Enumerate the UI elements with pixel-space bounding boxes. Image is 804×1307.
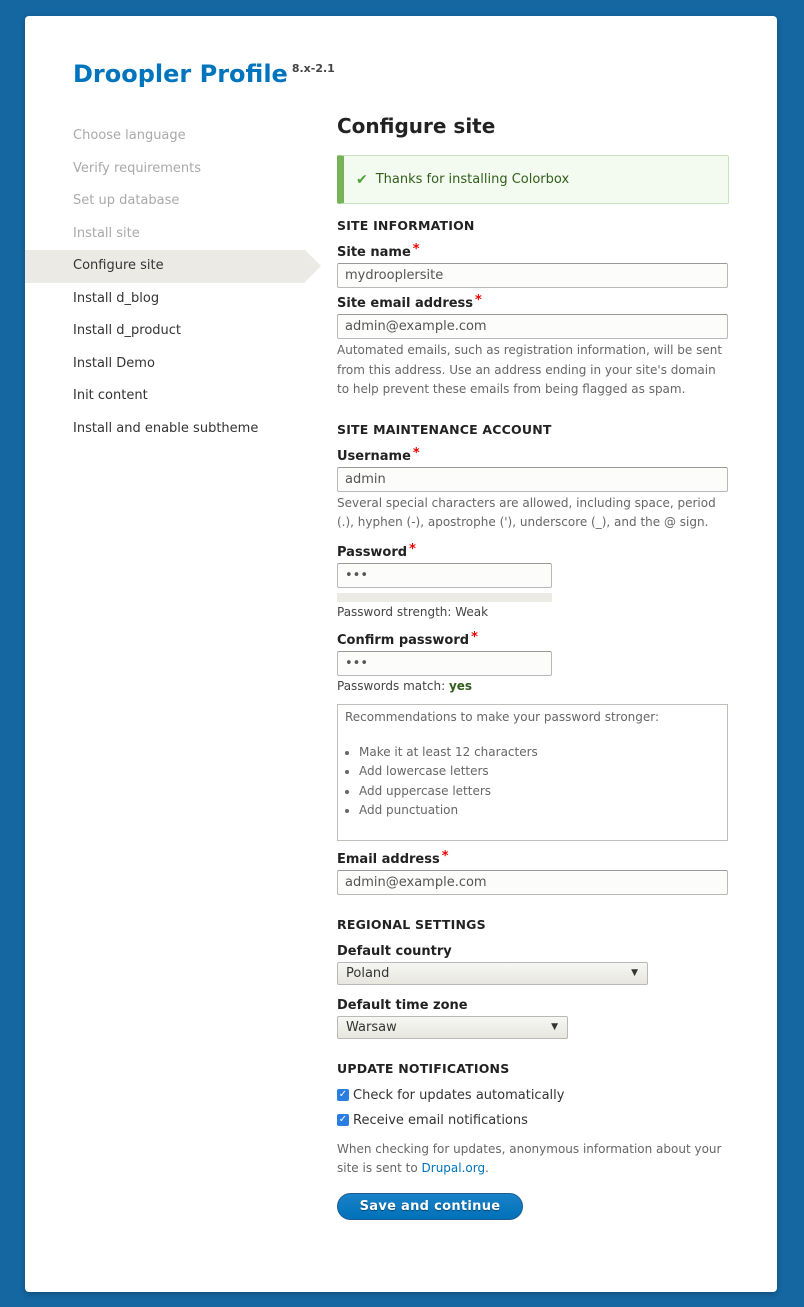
- default-timezone-select[interactable]: Warsaw ▼: [337, 1015, 568, 1039]
- step-init-content: Init content: [73, 388, 148, 403]
- suggestion-item: Add punctuation: [359, 801, 720, 821]
- step-verify-requirements: Verify requirements: [73, 160, 202, 176]
- account-email-field: Email address *: [337, 848, 729, 895]
- username-input[interactable]: [337, 466, 728, 492]
- default-country-label: Default country: [337, 943, 452, 959]
- password-match-value: yes: [448, 678, 473, 693]
- step-install-d-product: Install d_product: [73, 323, 182, 338]
- username-field: Username* Several special characters are…: [337, 445, 729, 533]
- site-name-label-text: Site name: [337, 245, 411, 260]
- page-container: Droopler Profile 8.x-2.1 Choose language …: [25, 16, 777, 1292]
- main-content: Configure site ✔ Thanks for installing C…: [337, 114, 729, 1220]
- dropdown-arrow-icon: ▼: [551, 1022, 558, 1032]
- confirm-password-input[interactable]: [337, 650, 552, 676]
- account-email-input[interactable]: [337, 869, 728, 895]
- install-steps: Choose language Verify requirements Set …: [25, 120, 321, 445]
- required-marker: *: [441, 848, 449, 864]
- updates-description-suffix: .: [485, 1161, 489, 1175]
- step-configure-site: Configure site: [25, 250, 321, 283]
- suggestion-item: Add lowercase letters: [359, 762, 720, 782]
- email-notifications-checkbox[interactable]: ✓: [337, 1114, 349, 1126]
- site-email-field: Site email address* Automated emails, su…: [337, 293, 729, 400]
- status-message: ✔ Thanks for installing Colorbox: [337, 155, 729, 204]
- required-marker: *: [471, 629, 478, 645]
- default-country-value: Poland: [346, 965, 390, 981]
- updates-description: When checking for updates, anonymous inf…: [337, 1140, 729, 1179]
- dropdown-arrow-icon: ▼: [631, 968, 638, 978]
- email-notifications-label[interactable]: Receive email notifications: [353, 1113, 528, 1128]
- required-marker: *: [409, 541, 416, 557]
- site-email-description: Automated emails, such as registration i…: [337, 343, 723, 396]
- check-updates-option[interactable]: ✓ Check for updates automatically: [337, 1088, 729, 1103]
- email-notifications-option[interactable]: ✓ Receive email notifications: [337, 1113, 729, 1128]
- site-name-input[interactable]: [337, 263, 728, 288]
- suggestions-list: Make it at least 12 characters Add lower…: [345, 743, 720, 821]
- default-country-select[interactable]: Poland ▼: [337, 961, 648, 985]
- suggestion-item: Make it at least 12 characters: [359, 743, 720, 763]
- site-email-label-text: Site email address: [337, 296, 474, 311]
- update-notifications-heading: UPDATE NOTIFICATIONS: [337, 1060, 510, 1076]
- confirm-password-field: Confirm password* Passwords match: yes R…: [337, 629, 729, 841]
- regional-settings-heading: REGIONAL SETTINGS: [337, 916, 486, 932]
- updates-description-text: When checking for updates, anonymous inf…: [337, 1141, 722, 1176]
- required-marker: *: [412, 445, 420, 461]
- site-title: Droopler Profile 8.x-2.1: [73, 60, 335, 88]
- status-message-text: Thanks for installing Colorbox: [375, 172, 570, 187]
- profile-version: 8.x-2.1: [291, 62, 335, 75]
- password-field: Password* Password strength: Weak: [337, 541, 729, 619]
- password-suggestions: Recommendations to make your password st…: [337, 703, 728, 841]
- check-updates-checkbox[interactable]: ✓: [337, 1089, 349, 1101]
- username-label-text: Username: [337, 448, 411, 464]
- confirm-password-label-text: Confirm password: [337, 632, 470, 648]
- password-label: Password *: [337, 541, 729, 560]
- check-icon: ✔: [356, 171, 368, 188]
- username-label: Username *: [337, 445, 729, 464]
- required-marker: *: [475, 293, 482, 308]
- site-information-heading: SITE INFORMATION: [337, 218, 475, 233]
- step-set-up-database: Set up database: [73, 193, 180, 208]
- site-email-label: Site email address *: [337, 293, 729, 311]
- step-install-d-blog: Install d_blog: [73, 290, 160, 306]
- required-marker: *: [412, 242, 420, 257]
- default-timezone-field: Default time zone Warsaw ▼: [337, 998, 729, 1039]
- check-updates-label[interactable]: Check for updates automatically: [353, 1088, 564, 1103]
- drupal-org-link[interactable]: Drupal.org: [422, 1161, 486, 1175]
- step-install-site: Install site: [73, 225, 140, 241]
- account-email-label-text: Email address: [337, 851, 440, 867]
- suggestion-item: Add uppercase letters: [359, 782, 720, 802]
- save-and-continue-button[interactable]: Save and continue: [337, 1192, 523, 1220]
- default-country-field: Default country Poland ▼: [337, 944, 729, 985]
- site-name-label: Site name *: [337, 242, 729, 260]
- password-match-label: Passwords match:: [337, 678, 446, 693]
- page-title: Configure site: [337, 114, 496, 138]
- confirm-password-label: Confirm password *: [337, 629, 729, 648]
- profile-name: Droopler Profile: [73, 60, 288, 88]
- site-name-field: Site name *: [337, 242, 729, 288]
- account-email-label: Email address *: [337, 848, 729, 867]
- password-strength-bar: [337, 592, 552, 602]
- suggestions-title: Recommendations to make your password st…: [345, 709, 660, 724]
- site-email-input[interactable]: [337, 314, 728, 339]
- default-timezone-value: Warsaw: [346, 1019, 397, 1035]
- password-match: Passwords match: yes: [337, 679, 729, 693]
- default-timezone-label: Default time zone: [337, 997, 468, 1013]
- step-choose-language: Choose language: [73, 128, 186, 143]
- step-install-subtheme: Install and enable subtheme: [73, 420, 259, 436]
- password-input[interactable]: [337, 562, 552, 588]
- step-install-demo: Install Demo: [73, 355, 155, 371]
- password-strength-text: Password strength: Weak: [337, 604, 489, 619]
- password-label-text: Password: [337, 544, 408, 560]
- maintenance-account-heading: SITE MAINTENANCE ACCOUNT: [337, 421, 552, 437]
- username-description: Several special characters are allowed, …: [337, 495, 716, 530]
